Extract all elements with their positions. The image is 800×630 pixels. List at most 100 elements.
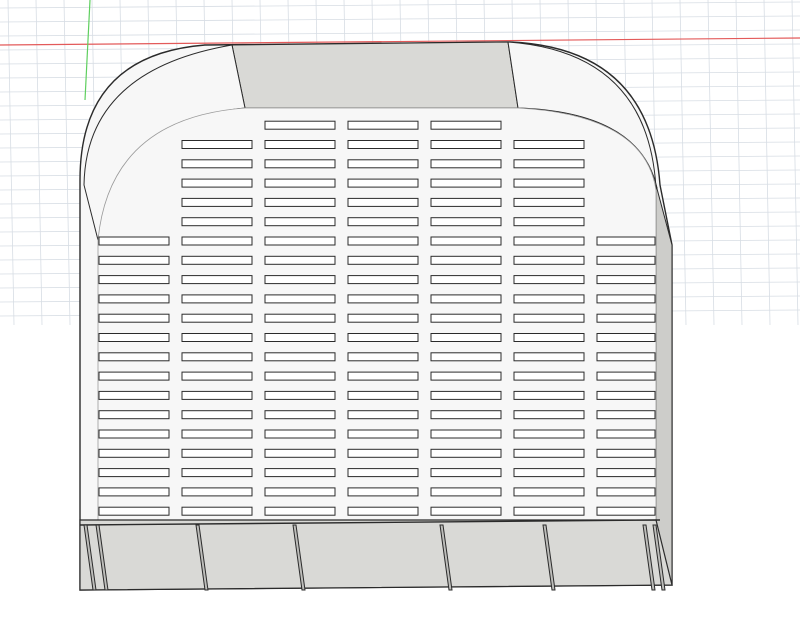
slot-opening bbox=[98, 313, 170, 323]
slot-opening bbox=[264, 159, 336, 169]
grid-line bbox=[35, 0, 43, 326]
slot-opening bbox=[264, 448, 336, 458]
slot-opening bbox=[181, 506, 253, 516]
model-canvas[interactable] bbox=[0, 0, 800, 630]
slot-opening bbox=[264, 217, 336, 227]
slot-opening bbox=[513, 371, 585, 381]
slot-opening bbox=[430, 410, 502, 420]
tray-back-wall bbox=[231, 41, 519, 109]
grid-line bbox=[679, 0, 687, 326]
slot-opening bbox=[513, 352, 585, 362]
slot-opening bbox=[430, 275, 502, 285]
y-axis-line bbox=[84, 0, 91, 101]
slot-opening bbox=[513, 429, 585, 439]
slot-opening bbox=[430, 120, 502, 130]
slot-opening bbox=[596, 410, 656, 420]
slot-opening bbox=[596, 294, 656, 304]
slot-opening bbox=[264, 429, 336, 439]
slot-opening bbox=[98, 410, 170, 420]
slot-opening bbox=[264, 178, 336, 188]
slot-opening bbox=[513, 390, 585, 400]
slot-opening bbox=[596, 390, 656, 400]
slot-opening bbox=[181, 313, 253, 323]
slot-opening bbox=[98, 255, 170, 265]
slot-opening bbox=[98, 352, 170, 362]
slot-opening bbox=[347, 275, 419, 285]
slot-opening bbox=[181, 217, 253, 227]
slot-opening bbox=[513, 159, 585, 169]
slot-opening bbox=[513, 140, 585, 149]
slot-opening bbox=[264, 506, 336, 516]
slot-opening bbox=[430, 506, 502, 516]
slot-opening bbox=[596, 352, 656, 362]
slot-opening bbox=[596, 429, 656, 439]
slot-opening bbox=[513, 487, 585, 497]
slot-opening bbox=[347, 333, 419, 342]
slot-opening bbox=[347, 448, 419, 458]
tray-right-side bbox=[655, 184, 673, 586]
slot-opening bbox=[596, 333, 656, 342]
slot-opening bbox=[181, 333, 253, 342]
slot-opening bbox=[347, 236, 419, 246]
slot-opening bbox=[430, 352, 502, 362]
grid-line bbox=[763, 0, 771, 326]
slot-opening bbox=[264, 255, 336, 265]
slot-opening bbox=[430, 487, 502, 497]
slot-opening bbox=[347, 178, 419, 188]
grid-line bbox=[0, 29, 800, 37]
grid-line bbox=[707, 0, 715, 326]
slot-opening bbox=[347, 487, 419, 497]
slot-opening bbox=[98, 448, 170, 458]
slot-opening bbox=[596, 448, 656, 458]
slot-opening bbox=[98, 275, 170, 285]
slot-opening bbox=[513, 506, 585, 516]
slot-opening bbox=[181, 275, 253, 285]
slot-opening bbox=[181, 371, 253, 381]
slot-opening bbox=[264, 140, 336, 149]
slot-opening bbox=[181, 197, 253, 207]
slot-opening bbox=[596, 255, 656, 265]
slot-opening bbox=[596, 468, 656, 478]
tray-model[interactable] bbox=[79, 41, 673, 591]
slot-opening bbox=[347, 255, 419, 265]
slot-opening bbox=[264, 197, 336, 207]
slot-opening bbox=[596, 371, 656, 381]
slot-opening bbox=[430, 217, 502, 227]
slot-opening bbox=[513, 294, 585, 304]
slot-opening bbox=[98, 333, 170, 342]
slot-opening bbox=[596, 275, 656, 285]
slot-opening bbox=[98, 468, 170, 478]
slot-opening bbox=[347, 352, 419, 362]
grid-line bbox=[63, 0, 71, 326]
slot-opening bbox=[347, 294, 419, 304]
grid-line bbox=[735, 0, 743, 326]
slot-opening bbox=[347, 197, 419, 207]
slot-opening bbox=[596, 487, 656, 497]
slot-opening bbox=[264, 120, 336, 130]
slot-opening bbox=[181, 390, 253, 400]
grid-line bbox=[791, 0, 799, 326]
slot-opening bbox=[513, 410, 585, 420]
slot-opening bbox=[513, 217, 585, 227]
tray-front-lip bbox=[79, 519, 673, 591]
slot-opening bbox=[264, 352, 336, 362]
slot-opening bbox=[181, 159, 253, 169]
front-lip-panel bbox=[79, 519, 673, 591]
slot-opening bbox=[264, 333, 336, 342]
slot-opening bbox=[347, 506, 419, 516]
slot-opening bbox=[264, 313, 336, 323]
slot-opening bbox=[264, 371, 336, 381]
3d-viewport[interactable] bbox=[0, 0, 800, 630]
slot-opening bbox=[98, 390, 170, 400]
slot-opening bbox=[181, 294, 253, 304]
slot-opening bbox=[347, 371, 419, 381]
slot-opening bbox=[98, 506, 170, 516]
slot-opening bbox=[347, 120, 419, 130]
slot-opening bbox=[98, 487, 170, 497]
slot-opening bbox=[181, 178, 253, 188]
slot-opening bbox=[513, 178, 585, 188]
slot-opening bbox=[430, 159, 502, 169]
tray-slot-grid bbox=[98, 120, 656, 516]
slot-opening bbox=[181, 468, 253, 478]
slot-opening bbox=[264, 236, 336, 246]
